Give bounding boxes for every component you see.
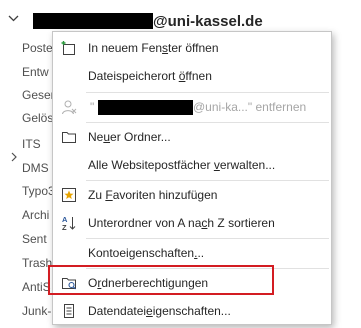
menu-item-manage-site-mailboxes[interactable]: Alle Websitepostfächer verwalten... [53,151,331,179]
folder-item[interactable]: Archi [22,204,49,226]
menu-item-new-folder[interactable]: Neuer Ordner... [53,123,331,151]
remove-person-icon [62,100,77,115]
folder-item[interactable]: Gelös [22,107,53,129]
folder-icon [62,132,76,143]
folder-item[interactable]: Typo3 [22,180,55,202]
folder-item[interactable]: DMS [22,157,49,179]
redacted-account-name [33,13,153,29]
menu-item-label: Kontoeigenschaften... [88,246,205,260]
menu-item-data-file-properties[interactable]: Datendateieigenschaften... [53,297,331,325]
folder-item[interactable]: Entw [22,61,49,83]
folder-item[interactable]: Junk- [22,300,51,322]
account-domain: @uni-kassel.de [153,13,263,30]
menu-item-label: Zu Favoriten hinzufügen [88,188,218,202]
menu-item-label: Datendateieigenschaften... [88,304,231,318]
menu-item-label: Dateispeicherort öffnen [88,69,212,83]
favorite-star-icon [62,188,76,202]
menu-item-open-new-window[interactable]: In neuem Fenster öffnen [53,34,331,62]
menu-item-label: @uni-ka..." entfernen [193,100,307,114]
new-window-icon [61,41,75,55]
highlight-box [48,265,274,295]
folder-item[interactable]: AntiS [22,276,51,298]
menu-item-label: Neuer Ordner... [88,130,171,144]
menu-item-label: In neuem Fenster öffnen [88,41,219,55]
redacted-email [98,100,193,115]
sort-az-icon: A Z [62,215,76,231]
menu-item-add-to-favorites[interactable]: Zu Favoriten hinzufügen [53,181,331,209]
menu-item-sort-subfolders[interactable]: A Z Unterordner von A nach Z sortieren [53,209,331,237]
folder-item[interactable]: Poste [22,37,53,59]
chevron-right-icon[interactable] [10,152,18,162]
svg-text:Z: Z [62,223,67,231]
data-file-properties-icon [64,304,74,318]
menu-item-remove-account[interactable]: " @uni-ka..." entfernen [53,93,331,121]
menu-item-account-properties[interactable]: Kontoeigenschaften... [53,239,331,267]
folder-item[interactable]: ITS [22,133,41,155]
folder-item[interactable]: Sent [22,228,47,250]
chevron-down-icon[interactable] [8,13,19,24]
menu-item-label: Unterordner von A nach Z sortieren [88,216,275,230]
menu-item-label: Alle Websitepostfächer verwalten... [88,158,276,172]
menu-item-open-file-location[interactable]: Dateispeicherort öffnen [53,62,331,90]
